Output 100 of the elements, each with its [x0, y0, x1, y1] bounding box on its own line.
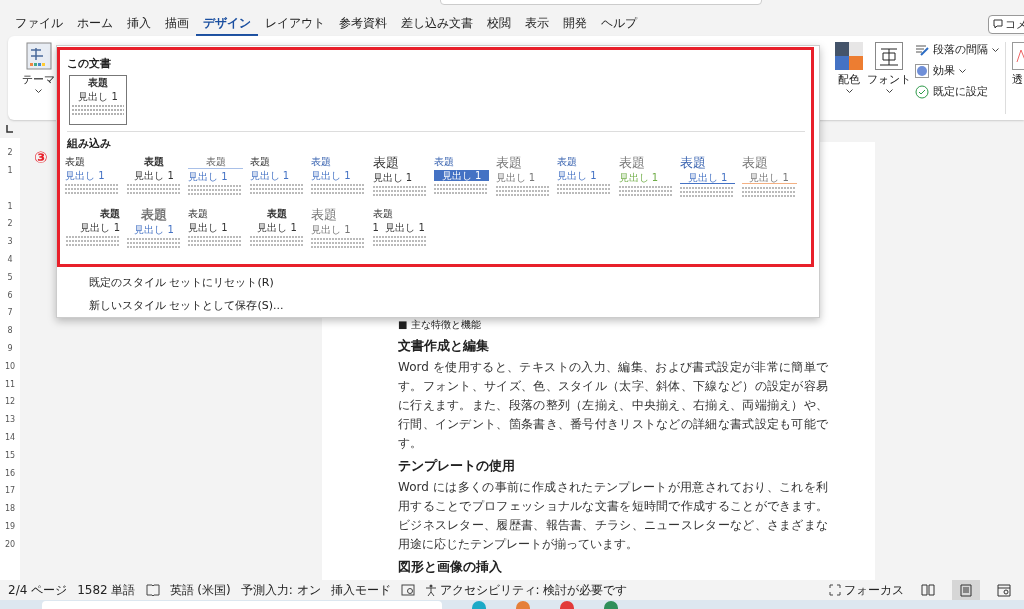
macro-icon[interactable]: [400, 584, 415, 596]
page-icon: [960, 583, 972, 597]
focus-icon: [829, 584, 841, 596]
style-set-thumbnail[interactable]: 表題 見出し 1: [370, 155, 430, 207]
print-layout-button[interactable]: [952, 580, 980, 600]
style-set-thumbnail[interactable]: 表題 見出し 1: [247, 207, 307, 259]
sample-text-drawing: [250, 235, 304, 247]
set-default-button[interactable]: 既定に設定: [915, 84, 999, 99]
style-set-thumbnail[interactable]: 表題 見出し 1: [63, 155, 122, 207]
language-status[interactable]: 英語 (米国): [169, 581, 231, 599]
sample-text-drawing: [311, 237, 365, 249]
comment-button[interactable]: コメ: [988, 14, 1024, 34]
ribbon-tab[interactable]: レイアウト: [258, 12, 332, 36]
ruler-number: 14: [4, 432, 16, 444]
book-icon: [921, 584, 935, 596]
tab-selector-icon[interactable]: [6, 125, 13, 133]
style-set-thumbnail[interactable]: 表題 見出し 1: [555, 155, 614, 207]
style-set-thumbnail[interactable]: 表題 見出し 1: [432, 155, 491, 207]
caret-icon: [959, 68, 966, 73]
theme-button[interactable]: テーマ: [18, 36, 59, 120]
taskbar-icon[interactable]: [604, 601, 618, 609]
sample-text-drawing: [188, 184, 242, 196]
caret-icon: [992, 47, 999, 52]
style-set-thumbnail[interactable]: 表題 見出し 1: [69, 75, 127, 125]
page-count[interactable]: 2/4 ページ: [8, 581, 68, 599]
style-set-thumbnail[interactable]: 表題 見出し 1: [739, 155, 799, 207]
sample-text-drawing: [72, 104, 124, 118]
gallery-section-title: 組み込み: [67, 136, 112, 151]
menu-item[interactable]: 既定のスタイル セットにリセット(R): [89, 275, 805, 290]
fonts-button[interactable]: フォント: [865, 36, 913, 120]
ribbon-tab[interactable]: 挿入: [120, 12, 158, 36]
accessibility-icon: [424, 584, 437, 596]
taskbar-icon[interactable]: [472, 601, 486, 609]
colors-button[interactable]: 配色: [833, 36, 865, 120]
circle-icon: [915, 63, 929, 78]
step-number: ③: [34, 148, 48, 167]
ruler-number: 15: [4, 450, 16, 462]
ruler-number: 7: [7, 308, 13, 320]
section-heading: 図形と画像の挿入: [398, 558, 503, 575]
ruler-number: 5: [7, 272, 13, 284]
effects-button[interactable]: 効果: [915, 63, 999, 78]
sample-text-drawing: [127, 237, 181, 249]
caret-icon: [845, 89, 853, 93]
ruler-number: 17: [4, 486, 16, 498]
watermark-button[interactable]: 透: [1010, 36, 1024, 120]
style-set-thumbnail[interactable]: 表題 見出し 1: [186, 207, 245, 259]
paragraph-spacing-button[interactable]: 段落の間隔: [915, 42, 999, 57]
sample-text-drawing: [188, 235, 242, 247]
ruler-number: 3: [7, 237, 13, 249]
comment-icon: [993, 19, 1003, 29]
word-count[interactable]: 1582 単語: [77, 581, 136, 599]
ribbon-tab[interactable]: 校閲: [480, 12, 518, 36]
style-set-thumbnail[interactable]: 表題 1 見出し 1: [370, 207, 430, 259]
ribbon-tab[interactable]: 開発: [556, 12, 594, 36]
caret-icon: [885, 89, 893, 93]
sample-text-drawing: [65, 183, 119, 195]
style-set-thumbnail[interactable]: 表題 見出し 1: [63, 207, 122, 259]
ribbon-tab[interactable]: ファイル: [8, 12, 70, 36]
sample-text-drawing: [311, 183, 365, 195]
ruler-number: 12: [4, 397, 16, 409]
book-icon[interactable]: [145, 584, 160, 596]
taskbar-icon[interactable]: [516, 601, 530, 609]
style-set-thumbnail[interactable]: 表題 見出し 1: [247, 155, 307, 207]
ribbon-tab[interactable]: ホーム: [70, 12, 120, 36]
predictive-input-status[interactable]: 予測入力: オン: [240, 581, 321, 599]
ribbon-tab[interactable]: ヘルプ: [594, 12, 644, 36]
style-set-thumbnail[interactable]: 表題 見出し 1: [124, 155, 184, 207]
style-set-thumbnail[interactable]: 表題 見出し 1: [186, 155, 245, 207]
paragraph-spacing-icon: [915, 43, 929, 56]
ribbon-tab[interactable]: 参考資料: [332, 12, 394, 36]
sample-text-drawing: [495, 185, 550, 197]
ribbon-tab[interactable]: 描画: [158, 12, 196, 36]
ribbon-tab[interactable]: 差し込み文書: [394, 12, 480, 36]
accessibility-status[interactable]: アクセシビリティ: 検討が必要です: [424, 581, 628, 599]
taskbar-icon[interactable]: [560, 601, 574, 609]
style-set-thumbnail[interactable]: 表題 見出し 1: [124, 207, 184, 259]
ruler-number: 11: [4, 379, 16, 391]
style-set-thumbnail[interactable]: 表題 見出し 1: [309, 155, 368, 207]
menu-item[interactable]: 新しいスタイル セットとして保存(S)...: [89, 298, 805, 313]
gallery-section-title: この文書: [67, 56, 112, 71]
sample-text-drawing: [66, 235, 120, 247]
theme-icon: [25, 42, 52, 70]
ruler-number: 2: [7, 219, 13, 231]
paragraph: Word には多くの事前に作成されたテンプレートが用意されており、これを利用することでプロフェッショナルな文書を短時間で作成することができます。ビジネスレター、履歴書、報告書、チラシ、ニュースレターなど、さまざまな用途に応じたテンプレートが揃っています。: [398, 479, 828, 553]
style-set-thumbnail[interactable]: 表題 見出し 1: [493, 155, 553, 207]
focus-button[interactable]: フォーカス: [829, 581, 904, 599]
ribbon-tab[interactable]: 表示: [518, 12, 556, 36]
style-set-thumbnail[interactable]: 表題 見出し 1: [678, 155, 737, 207]
style-set-thumbnail[interactable]: 表題 見出し 1: [309, 207, 368, 259]
section-heading: 文書作成と編集: [398, 337, 490, 354]
web-page-icon: [997, 583, 1011, 597]
insert-mode-status[interactable]: 挿入モード: [330, 581, 391, 599]
ruler-number: 6: [7, 290, 13, 302]
ruler-number: 13: [4, 415, 16, 427]
sample-text-drawing: [741, 186, 796, 198]
ruler-number: 8: [7, 326, 13, 338]
ruler-number: 4: [7, 255, 13, 266]
style-set-thumbnail[interactable]: 表題 見出し 1: [616, 155, 676, 207]
ruler-number: 19: [4, 521, 16, 533]
ruler-number: 18: [4, 504, 16, 516]
